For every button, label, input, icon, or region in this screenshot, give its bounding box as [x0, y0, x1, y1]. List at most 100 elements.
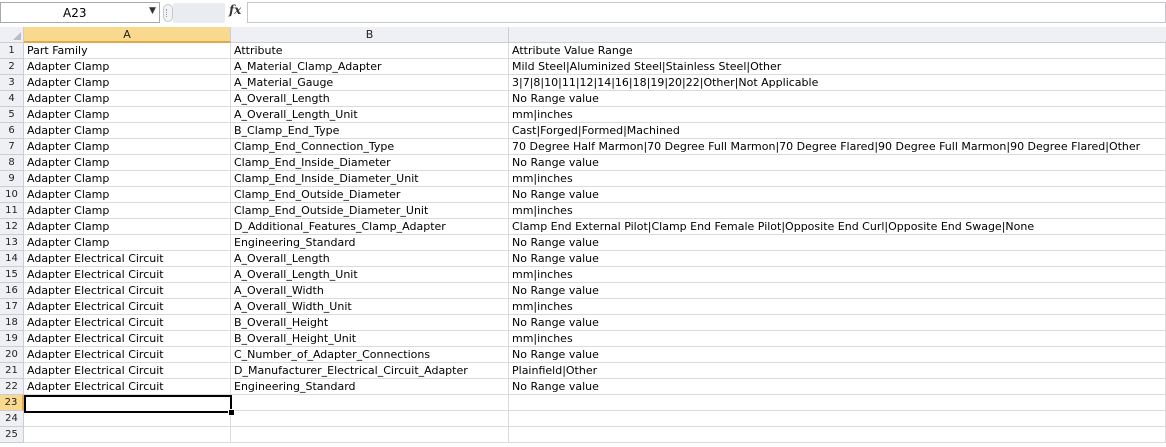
cell-c[interactable]: Plainfield|Other [509, 363, 1166, 379]
cell-b[interactable]: A_Overall_Width_Unit [231, 299, 509, 315]
column-header-a[interactable]: A [24, 27, 231, 43]
cell-b[interactable]: A_Overall_Length_Unit [231, 107, 509, 123]
formula-bar-resize-handle[interactable] [163, 4, 173, 22]
cell-c[interactable]: No Range value [509, 235, 1166, 251]
row-header[interactable]: 10 [0, 187, 24, 203]
row-header[interactable]: 7 [0, 139, 24, 155]
cell-a[interactable]: Adapter Clamp [24, 123, 231, 139]
cell-a[interactable]: Adapter Electrical Circuit [24, 315, 231, 331]
row-header[interactable]: 14 [0, 251, 24, 267]
cell-a[interactable]: Part Family [24, 43, 231, 59]
cell-b[interactable]: C_Number_of_Adapter_Connections [231, 347, 509, 363]
column-header-b[interactable]: B [231, 27, 509, 43]
insert-function-button[interactable]: fx [229, 3, 241, 17]
cell-b[interactable] [231, 395, 509, 411]
cell-b[interactable]: A_Overall_Length [231, 91, 509, 107]
cell-c[interactable]: No Range value [509, 283, 1166, 299]
row-header[interactable]: 21 [0, 363, 24, 379]
cell-a[interactable]: Adapter Clamp [24, 91, 231, 107]
cell-a[interactable]: Adapter Clamp [24, 219, 231, 235]
cell-c[interactable]: 70 Degree Half Marmon|70 Degree Full Mar… [509, 139, 1166, 155]
row-header[interactable]: 1 [0, 43, 24, 59]
cell-a[interactable]: Adapter Clamp [24, 59, 231, 75]
cell-c[interactable]: Clamp End External Pilot|Clamp End Femal… [509, 219, 1166, 235]
cell-b[interactable] [231, 427, 509, 443]
row-header[interactable]: 19 [0, 331, 24, 347]
row-header[interactable]: 25 [0, 427, 24, 443]
cell-c[interactable]: mm|inches [509, 107, 1166, 123]
row-header[interactable]: 18 [0, 315, 24, 331]
cell-c[interactable]: mm|inches [509, 267, 1166, 283]
cell-c[interactable]: mm|inches [509, 171, 1166, 187]
cell-a[interactable]: Adapter Electrical Circuit [24, 283, 231, 299]
cell-c[interactable]: mm|inches [509, 299, 1166, 315]
cell-b[interactable]: A_Material_Clamp_Adapter [231, 59, 509, 75]
cell-a[interactable]: Adapter Clamp [24, 155, 231, 171]
name-box[interactable]: A23 ▼ [0, 2, 160, 23]
cell-c[interactable]: No Range value [509, 91, 1166, 107]
cell-a[interactable]: Adapter Clamp [24, 187, 231, 203]
row-header[interactable]: 4 [0, 91, 24, 107]
formula-input[interactable] [247, 2, 1166, 23]
cell-c[interactable] [509, 395, 1166, 411]
cell-b[interactable]: A_Overall_Length [231, 251, 509, 267]
cell-c[interactable]: Mild Steel|Aluminized Steel|Stainless St… [509, 59, 1166, 75]
cell-a[interactable]: Adapter Electrical Circuit [24, 267, 231, 283]
cell-a[interactable]: Adapter Clamp [24, 171, 231, 187]
cell-b[interactable]: Clamp_End_Inside_Diameter [231, 155, 509, 171]
cell-c[interactable]: Cast|Forged|Formed|Machined [509, 123, 1166, 139]
cell-b[interactable]: B_Clamp_End_Type [231, 123, 509, 139]
cell-b[interactable]: D_Manufacturer_Electrical_Circuit_Adapte… [231, 363, 509, 379]
cell-c[interactable]: 3|7|8|10|11|12|14|16|18|19|20|22|Other|N… [509, 75, 1166, 91]
row-header[interactable]: 13 [0, 235, 24, 251]
cell-b[interactable]: Clamp_End_Outside_Diameter_Unit [231, 203, 509, 219]
cell-a[interactable]: Adapter Clamp [24, 107, 231, 123]
cell-c[interactable]: mm|inches [509, 203, 1166, 219]
row-header[interactable]: 15 [0, 267, 24, 283]
cell-b[interactable]: Clamp_End_Outside_Diameter [231, 187, 509, 203]
cell-a[interactable]: Adapter Clamp [24, 203, 231, 219]
row-header[interactable]: 24 [0, 411, 24, 427]
cell-c[interactable] [509, 427, 1166, 443]
row-header[interactable]: 12 [0, 219, 24, 235]
cell-b[interactable] [231, 411, 509, 427]
chevron-down-icon[interactable]: ▼ [149, 6, 156, 16]
column-header-c[interactable] [509, 27, 1166, 43]
cell-c[interactable]: No Range value [509, 187, 1166, 203]
cell-b[interactable]: Attribute [231, 43, 509, 59]
cell-c[interactable]: mm|inches [509, 331, 1166, 347]
cell-a[interactable]: Adapter Electrical Circuit [24, 251, 231, 267]
row-header[interactable]: 20 [0, 347, 24, 363]
cell-a[interactable]: Adapter Electrical Circuit [24, 299, 231, 315]
cell-a[interactable]: Adapter Clamp [24, 235, 231, 251]
cell-b[interactable]: Engineering_Standard [231, 379, 509, 395]
row-header[interactable]: 2 [0, 59, 24, 75]
cell-c[interactable]: No Range value [509, 251, 1166, 267]
row-header[interactable]: 16 [0, 283, 24, 299]
row-header[interactable]: 23 [0, 395, 24, 411]
row-header[interactable]: 17 [0, 299, 24, 315]
cell-c[interactable]: No Range value [509, 347, 1166, 363]
cell-a[interactable]: Adapter Electrical Circuit [24, 379, 231, 395]
cell-a[interactable]: Adapter Clamp [24, 139, 231, 155]
cell-b[interactable]: Clamp_End_Inside_Diameter_Unit [231, 171, 509, 187]
cell-b[interactable]: Clamp_End_Connection_Type [231, 139, 509, 155]
fill-handle[interactable] [228, 409, 235, 416]
cell-c[interactable]: Attribute Value Range [509, 43, 1166, 59]
row-header[interactable]: 9 [0, 171, 24, 187]
cell-a[interactable] [24, 427, 231, 443]
cell-a[interactable]: Adapter Clamp [24, 75, 231, 91]
cell-a[interactable] [24, 411, 231, 427]
cell-c[interactable]: No Range value [509, 379, 1166, 395]
row-header[interactable]: 3 [0, 75, 24, 91]
row-header[interactable]: 22 [0, 379, 24, 395]
cell-c[interactable]: No Range value [509, 315, 1166, 331]
cell-c[interactable] [509, 411, 1166, 427]
cell-b[interactable]: A_Overall_Width [231, 283, 509, 299]
cell-b[interactable]: Engineering_Standard [231, 235, 509, 251]
select-all-button[interactable] [0, 27, 24, 43]
active-cell-selection[interactable] [24, 395, 232, 413]
cell-a[interactable]: Adapter Electrical Circuit [24, 347, 231, 363]
cell-a[interactable]: Adapter Electrical Circuit [24, 363, 231, 379]
row-header[interactable]: 5 [0, 107, 24, 123]
